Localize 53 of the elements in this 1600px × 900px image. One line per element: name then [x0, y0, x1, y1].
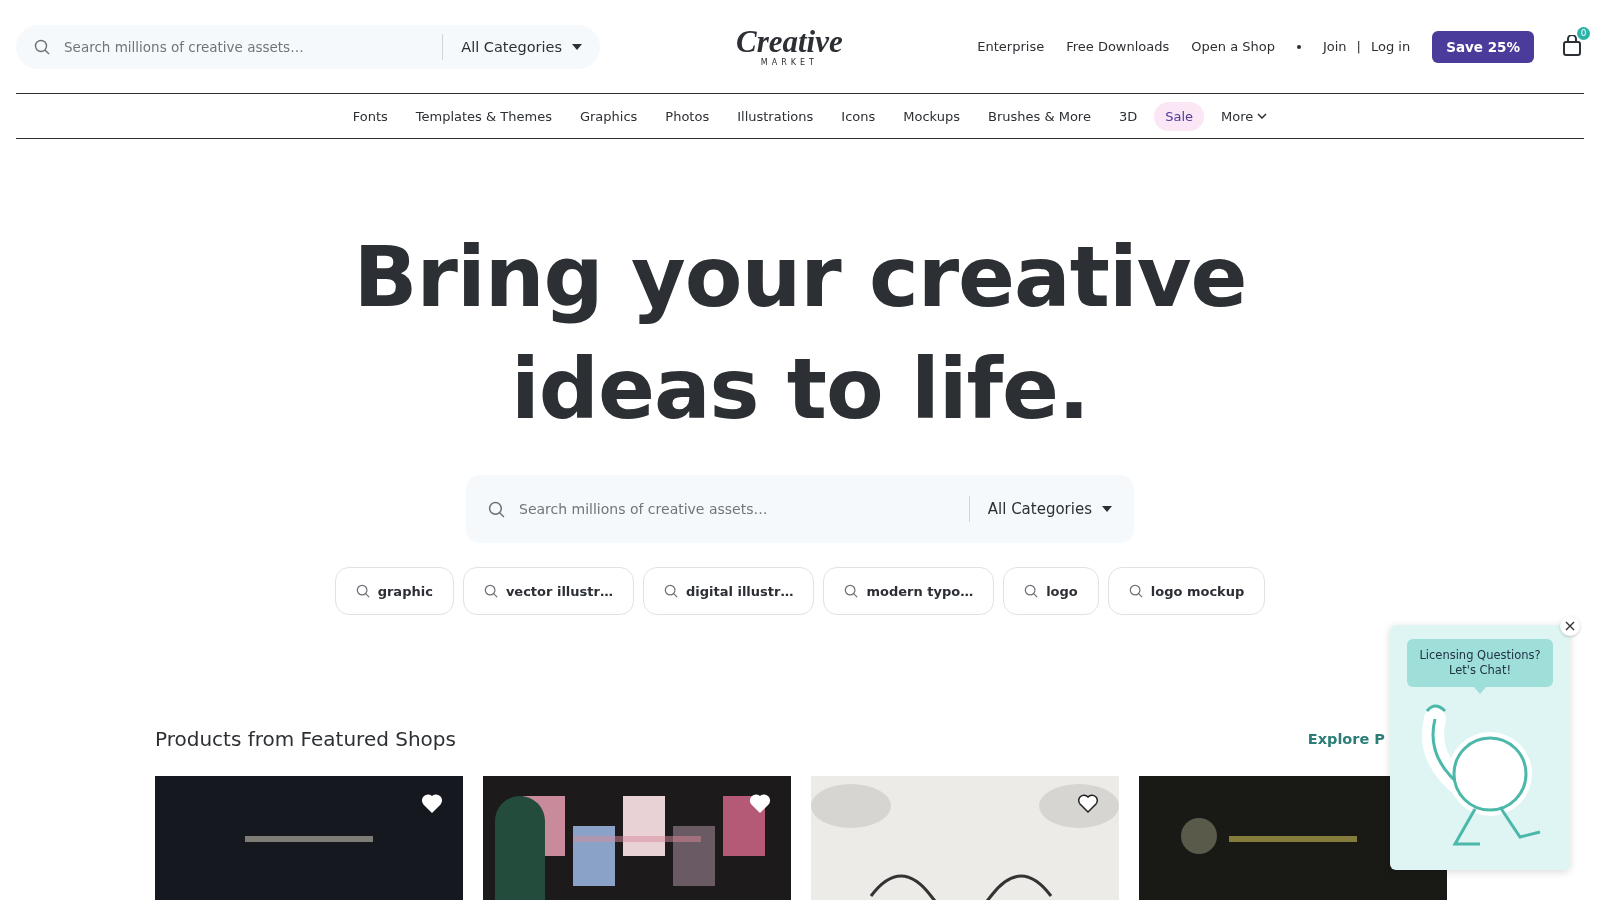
logo-subtitle: MARKET	[760, 58, 818, 67]
promo-button[interactable]: Save 25%	[1432, 30, 1534, 63]
suggestion-chip[interactable]: digital illustr…	[642, 567, 815, 615]
chevron-down-icon	[1257, 113, 1268, 119]
hero-title: Bring your creative ideas to life.	[353, 227, 1247, 440]
caret-icon	[1102, 506, 1112, 512]
close-icon	[1565, 621, 1575, 631]
suggestion-chip[interactable]: vector illustr…	[462, 567, 634, 615]
search-icon	[663, 584, 678, 598]
sale-link[interactable]: Sale	[1154, 101, 1205, 131]
close-button[interactable]	[1560, 616, 1580, 636]
caret-icon	[572, 43, 582, 50]
search-icon	[355, 584, 370, 598]
explore-link[interactable]: Explore P	[1307, 731, 1385, 747]
nav-link[interactable]: Graphics	[568, 101, 649, 131]
nav-link[interactable]: Icons	[830, 101, 887, 131]
logo-wordmark: Creative	[736, 26, 843, 57]
header-link[interactable]: Enterprise	[977, 39, 1045, 54]
cart-count-badge: 0	[1577, 26, 1590, 40]
header-link[interactable]: Open a Shop	[1191, 39, 1275, 54]
shopping-bag-icon[interactable]	[1562, 34, 1582, 57]
nav-link[interactable]: Illustrations	[726, 101, 825, 131]
nav-link[interactable]: Photos	[654, 101, 721, 131]
chat-prompt: Licensing Questions? Let's Chat!	[1419, 648, 1541, 677]
nav-dropdown[interactable]: More	[1210, 101, 1279, 131]
chat-widget[interactable]: Licensing Questions? Let's Chat!	[1390, 625, 1570, 870]
header-link[interactable]: Free Downloads	[1066, 39, 1170, 54]
nav-link[interactable]: Templates & Themes	[404, 101, 563, 131]
suggestion-chip[interactable]: modern typo…	[823, 567, 995, 615]
separator: |	[1356, 39, 1361, 54]
nav-link[interactable]: Mockups	[892, 101, 971, 131]
logo[interactable]: Creative MARKET	[736, 26, 843, 67]
category-dropdown[interactable]: All Categories	[461, 38, 582, 55]
search-icon	[34, 38, 50, 55]
suggestion-chip[interactable]: logo mockup	[1107, 567, 1266, 615]
suggestion-chip[interactable]: graphic	[334, 567, 454, 615]
search-icon	[488, 500, 505, 518]
search-icon	[483, 584, 498, 598]
login-link[interactable]: Log in	[1371, 39, 1411, 54]
search-field[interactable]: Search millions of creative assets… All Categories	[16, 24, 600, 69]
search-icon	[1024, 584, 1039, 598]
bubble-tail	[1473, 686, 1487, 694]
heart-icon[interactable]	[1077, 794, 1099, 814]
search-icon	[1128, 584, 1143, 598]
section-title: Products from Featured Shops	[155, 727, 456, 751]
suggestion-chip[interactable]: logo	[1003, 567, 1099, 615]
search-icon	[844, 584, 859, 598]
category-dropdown[interactable]: All Categories	[987, 500, 1112, 518]
nav-link[interactable]: Fonts	[341, 101, 399, 131]
nav-link[interactable]: Brushes & More	[977, 101, 1102, 131]
hero-search-field[interactable]: Search millions of creative assets… All Categories	[466, 475, 1134, 543]
join-link[interactable]: Join	[1322, 39, 1347, 54]
nav-link[interactable]: 3D	[1107, 101, 1149, 131]
